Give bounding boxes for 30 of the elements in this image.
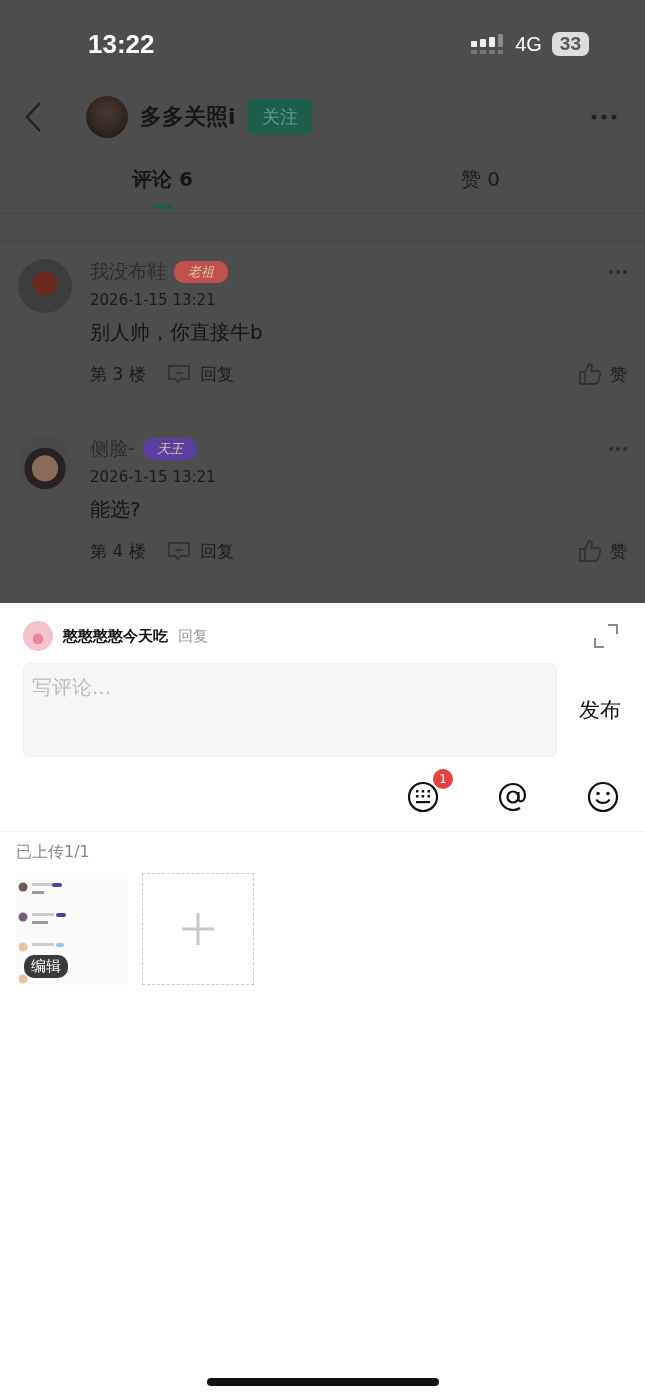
comment-icon[interactable] xyxy=(165,364,192,384)
plus-icon xyxy=(181,912,215,946)
mention-icon[interactable] xyxy=(497,781,529,813)
avatar xyxy=(23,621,53,651)
comment-input-field[interactable]: 写评论... xyxy=(23,663,557,757)
follow-button[interactable]: 关注 xyxy=(247,98,312,135)
reply-target-name: 憨憨憨憨今天吃 xyxy=(63,626,168,646)
battery-indicator: 33 xyxy=(551,32,589,56)
emoji-icon[interactable] xyxy=(587,781,619,813)
expand-icon[interactable] xyxy=(593,623,619,649)
publish-button[interactable]: 发布 xyxy=(577,692,623,728)
count-badge: 1 xyxy=(433,769,453,789)
more-icon[interactable] xyxy=(591,113,617,120)
avatar[interactable] xyxy=(86,95,128,138)
rank-badge: 老祖 xyxy=(174,261,228,283)
network-label: 4G xyxy=(515,32,542,56)
keyboard-icon[interactable] xyxy=(407,781,439,813)
comment-text: 能选? xyxy=(90,496,142,523)
comment-text: 别人帅，你直接牛b xyxy=(90,319,264,346)
status-time: 13:22 xyxy=(88,28,155,60)
rank-badge: 天王 xyxy=(142,438,197,460)
comment-icon[interactable] xyxy=(165,541,192,561)
thumbs-up-icon[interactable] xyxy=(578,362,602,386)
edit-label[interactable]: 编辑 xyxy=(24,955,68,978)
add-image-button[interactable] xyxy=(142,873,254,985)
back-icon[interactable] xyxy=(24,100,44,133)
signal-icon xyxy=(471,34,506,54)
upload-count: 已上传1/1 xyxy=(16,842,91,863)
reply-label: 回复 xyxy=(178,626,208,646)
thumbs-up-icon[interactable] xyxy=(578,539,602,563)
